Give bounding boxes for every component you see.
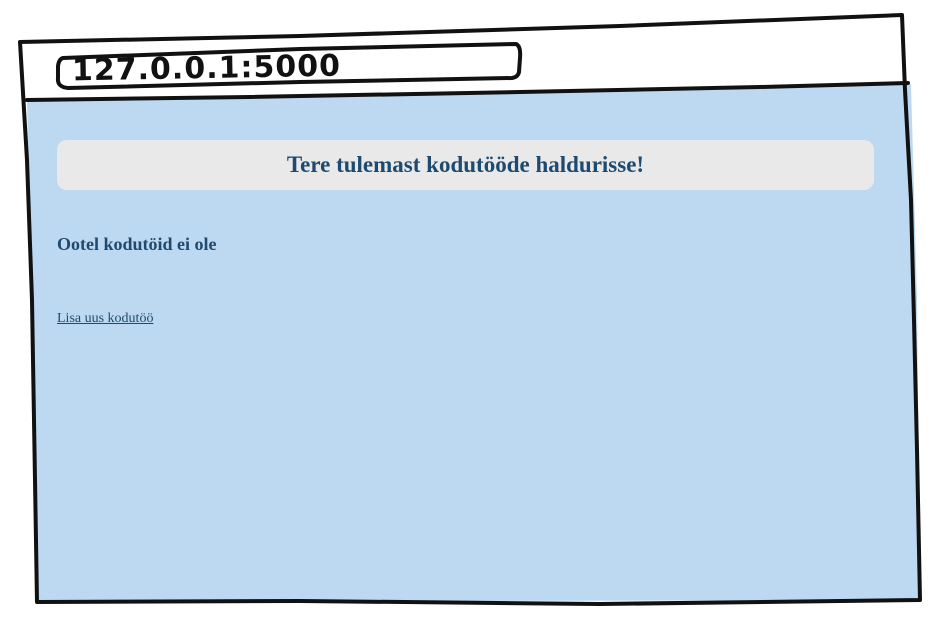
address-bar-url[interactable]: 127.0.0.1:5000 xyxy=(72,49,342,90)
header-banner: Tere tulemast kodutööde haldurisse! xyxy=(57,140,874,190)
add-homework-link[interactable]: Lisa uus kodutöö xyxy=(57,311,153,327)
pending-homework-heading: Ootel kodutöid ei ole xyxy=(57,234,217,254)
page-content: Tere tulemast kodutööde haldurisse! Oote… xyxy=(57,140,874,327)
page-title: Tere tulemast kodutööde haldurisse! xyxy=(286,152,645,177)
browser-window: 127.0.0.1:5000 Tere tulemast kodutööde h… xyxy=(0,0,936,622)
